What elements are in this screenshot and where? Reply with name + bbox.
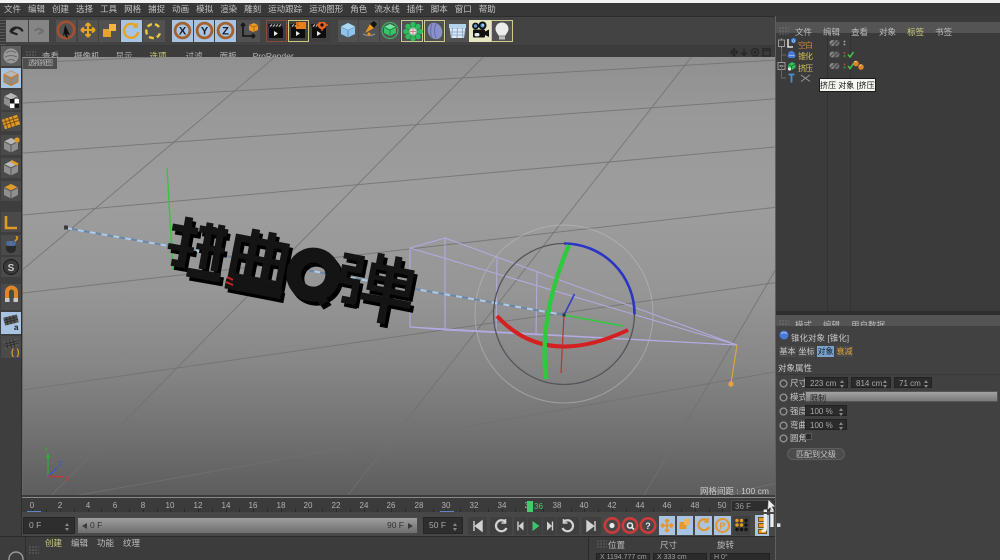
svg-text:Y: Y xyxy=(200,26,208,38)
svg-text:Y: Y xyxy=(44,447,49,454)
svg-text:a: a xyxy=(14,323,19,332)
svg-text:S: S xyxy=(8,263,15,274)
svg-text:P: P xyxy=(719,521,725,531)
svg-text:Z: Z xyxy=(58,461,63,468)
svg-text:( ): ( ) xyxy=(11,347,20,357)
svg-text:Z: Z xyxy=(222,26,229,38)
svg-text:X: X xyxy=(65,476,70,483)
svg-text:?: ? xyxy=(645,521,651,531)
svg-text:X: X xyxy=(179,26,187,38)
